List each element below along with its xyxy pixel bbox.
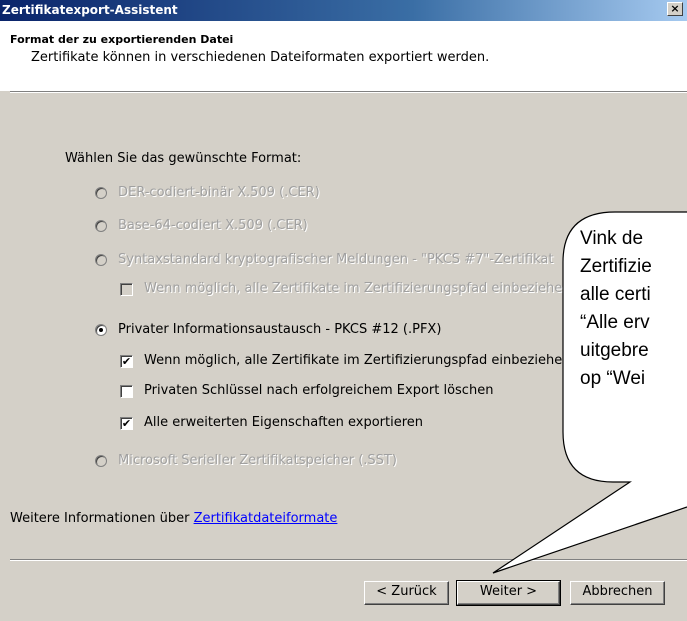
checkbox-delete-private-key[interactable] — [120, 385, 133, 398]
callout-line: alle certi — [580, 284, 651, 305]
radio-pkcs12-label: Privater Informationsaustausch - PKCS #1… — [118, 322, 442, 337]
cancel-button[interactable]: Abbrechen — [570, 581, 665, 605]
checkbox-export-extended-properties-label: Alle erweiterten Eigenschaften exportier… — [144, 415, 424, 430]
header-divider — [10, 91, 687, 93]
radio-der-label: DER-codiert-binär X.509 (.CER) — [118, 185, 320, 200]
callout-line: “Alle erv — [580, 312, 650, 333]
checkbox-delete-private-key-label: Privaten Schlüssel nach erfolgreichem Ex… — [144, 383, 494, 398]
callout-line: uitgebre — [580, 340, 649, 361]
checkbox-export-extended-properties[interactable]: ✔ — [120, 417, 133, 430]
radio-base64[interactable] — [95, 220, 107, 232]
radio-sst[interactable] — [95, 455, 107, 467]
radio-base64-label: Base-64-codiert X.509 (.CER) — [118, 218, 308, 233]
callout-text: Vink de Zertifizie alle certi “Alle erv … — [580, 225, 687, 405]
certificate-formats-link[interactable]: Zertifikatdateiformate — [194, 511, 338, 526]
checkbox-include-chain-label: Wenn möglich, alle Zertifikate im Zertif… — [144, 353, 563, 368]
header-title: Format der zu exportierenden Datei — [10, 33, 234, 46]
more-info-row: Weitere Informationen über Zertifikatdat… — [10, 511, 337, 526]
callout-line: op “Wei — [580, 368, 646, 389]
close-button[interactable]: × — [667, 2, 683, 16]
header-subtitle: Zertifikate können in verschiedenen Date… — [31, 50, 490, 65]
radio-der[interactable] — [95, 187, 107, 199]
radio-sst-label: Microsoft Serieller Zertifikatspeicher (… — [118, 453, 397, 468]
callout-line: Zertifizie — [580, 256, 652, 277]
more-info-text: Weitere Informationen über — [10, 511, 194, 526]
wizard-header: Format der zu exportierenden Datei Zerti… — [0, 21, 687, 91]
next-button[interactable]: Weiter > — [456, 580, 561, 606]
format-prompt: Wählen Sie das gewünschte Format: — [65, 151, 302, 166]
checkbox-include-chain[interactable]: ✔ — [120, 355, 133, 368]
callout-line: Vink de — [580, 228, 644, 249]
back-button[interactable]: < Zurück — [364, 581, 449, 605]
checkbox-pkcs7-include-chain-label: Wenn möglich, alle Zertifikate im Zertif… — [144, 281, 563, 296]
radio-pkcs7[interactable] — [95, 254, 107, 266]
radio-pkcs7-label: Syntaxstandard kryptografischer Meldunge… — [118, 252, 554, 267]
footer-divider — [10, 559, 687, 561]
title-bar: Zertifikatexport-Assistent × — [0, 0, 687, 21]
radio-pkcs12[interactable] — [95, 324, 107, 336]
window-title: Zertifikatexport-Assistent — [2, 3, 178, 17]
checkbox-pkcs7-include-chain[interactable] — [120, 283, 133, 296]
